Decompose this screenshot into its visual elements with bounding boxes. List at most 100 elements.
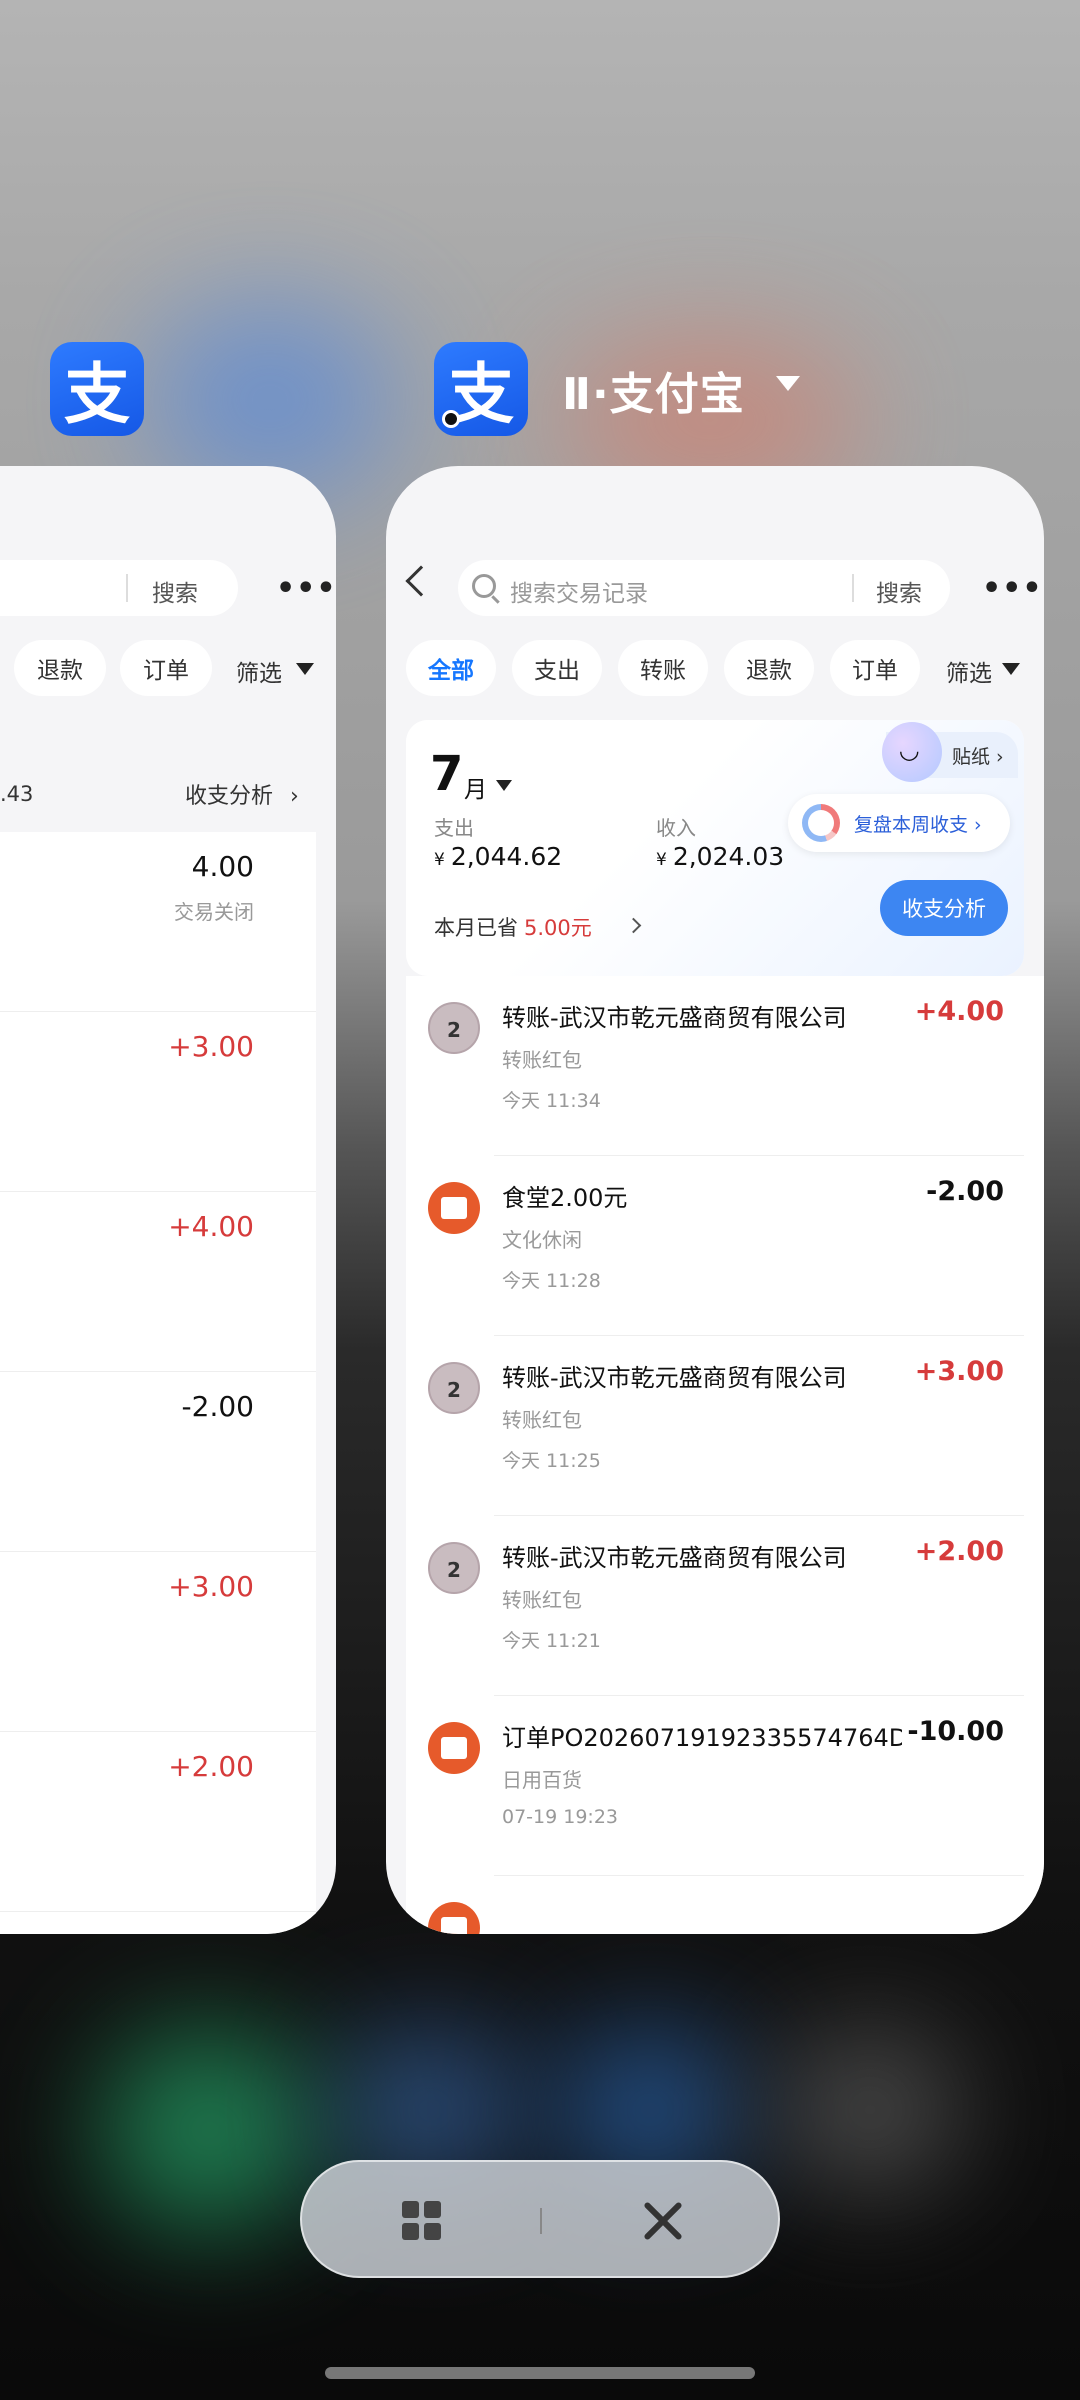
analysis-button[interactable]: 收支分析 bbox=[880, 880, 1008, 936]
recent-app-card-right[interactable]: 搜索交易记录 搜索 ••• 全部 支出 转账 退款 订单 筛选 7 月 支出 ¥… bbox=[386, 466, 1044, 1934]
amount: +3.00 bbox=[168, 1570, 254, 1603]
filter-dropdown[interactable]: 筛选 bbox=[236, 654, 282, 688]
transaction-time: 今天 11:34 bbox=[502, 1090, 601, 1112]
smiley-sticker-icon[interactable]: ◡ bbox=[882, 722, 942, 782]
transaction-category: 文化休闲 bbox=[502, 1228, 582, 1252]
filter-refund[interactable]: 退款 bbox=[14, 640, 106, 696]
list-item[interactable]: +3.00 bbox=[0, 1012, 316, 1192]
transaction-time: 今天 11:21 bbox=[502, 1630, 601, 1652]
filter-refund[interactable]: 退款 bbox=[724, 640, 814, 696]
avatar-number: 2 bbox=[447, 1378, 461, 1402]
sticker-label-text: 贴纸 bbox=[952, 746, 991, 768]
transaction-list: 4.00 交易关闭 +3.00 +4.00 -2.00 +3.00 +2.00 bbox=[0, 832, 316, 1934]
caret-down-icon[interactable] bbox=[496, 780, 512, 791]
list-item[interactable]: 2 转账-武汉市乾元盛商贸有限公司 转账红包 今天 11:21 +2.00 bbox=[406, 1516, 1024, 1696]
app-window-title[interactable]: Ⅱ·支付宝 bbox=[562, 358, 745, 422]
month-number[interactable]: 7 bbox=[430, 746, 463, 802]
weekly-review-chip[interactable]: 复盘本周收支 › bbox=[788, 794, 1010, 852]
list-item[interactable]: +2.00 bbox=[0, 1732, 316, 1912]
list-item[interactable]: 2 转账-武汉市乾元盛商贸有限公司 转账红包 今天 11:25 +3.00 bbox=[406, 1336, 1024, 1516]
caret-down-icon bbox=[296, 663, 314, 675]
summary-value: .43 bbox=[0, 782, 34, 806]
search-button[interactable]: 搜索 bbox=[152, 574, 198, 608]
search-input[interactable]: 搜索交易记录 bbox=[510, 574, 648, 608]
divider bbox=[540, 2208, 542, 2234]
close-icon[interactable] bbox=[640, 2198, 686, 2244]
filter-order[interactable]: 订单 bbox=[830, 640, 920, 696]
alipay-clone-app-icon[interactable]: 支 bbox=[434, 342, 528, 436]
transaction-category: 转账红包 bbox=[502, 1048, 582, 1072]
saved-amount: 5.00元 bbox=[524, 916, 592, 940]
amount: +2.00 bbox=[168, 1750, 254, 1783]
analysis-link-label: 收支分析 bbox=[185, 784, 274, 809]
transaction-list: 2 转账-武汉市乾元盛商贸有限公司 转账红包 今天 11:34 +4.00 食堂… bbox=[406, 976, 1044, 1934]
transaction-category: 转账红包 bbox=[502, 1408, 582, 1432]
bg-blob bbox=[100, 2030, 320, 2230]
transaction-title: 食堂2.00元 bbox=[502, 1184, 628, 1212]
expense-value: ¥2,044.62 bbox=[434, 842, 562, 871]
more-icon[interactable]: ••• bbox=[982, 574, 1043, 604]
list-item[interactable]: +4.00 bbox=[0, 1192, 316, 1372]
transaction-amount: -10.00 bbox=[907, 1716, 1004, 1747]
search-icon bbox=[472, 574, 496, 598]
caret-down-icon[interactable] bbox=[776, 376, 800, 391]
sticker-label[interactable]: 贴纸 › bbox=[952, 742, 1004, 769]
expense-label: 支出 bbox=[434, 816, 474, 840]
transaction-amount: +3.00 bbox=[914, 1356, 1004, 1387]
transaction-title: 转账-武汉市乾元盛商贸有限公司 bbox=[502, 1544, 847, 1572]
saved-this-month[interactable]: 本月已省 5.00元 bbox=[434, 912, 592, 942]
caret-down-icon bbox=[1002, 663, 1020, 675]
avatar-number: 2 bbox=[447, 1558, 461, 1582]
transaction-time: 07-19 19:23 bbox=[502, 1806, 619, 1828]
income-amount: 2,024.03 bbox=[672, 842, 785, 871]
list-item[interactable]: +3.00 bbox=[0, 1552, 316, 1732]
transaction-category: 日用百货 bbox=[502, 1768, 582, 1792]
rabbit-avatar-icon: 2 bbox=[428, 1002, 480, 1054]
rabbit-avatar-icon: 2 bbox=[428, 1362, 480, 1414]
search-bar[interactable]: 搜索交易记录 搜索 bbox=[458, 560, 950, 616]
recent-app-card-left[interactable]: 搜索 ••• 退款 订单 筛选 .43 收支分析 › 4.00 交易关闭 +3.… bbox=[0, 466, 336, 1934]
amount: +3.00 bbox=[168, 1030, 254, 1063]
amount: 4.00 bbox=[191, 850, 254, 883]
income-value: ¥2,024.03 bbox=[656, 842, 784, 871]
list-item[interactable]: -2.00 bbox=[0, 1372, 316, 1552]
filter-order[interactable]: 订单 bbox=[120, 640, 212, 696]
list-item[interactable]: 食堂2.00元 文化休闲 今天 11:28 -2.00 bbox=[406, 1156, 1024, 1336]
transaction-title: 转账-武汉市乾元盛商贸有限公司 bbox=[502, 1364, 847, 1392]
filter-dropdown[interactable]: 筛选 bbox=[946, 654, 992, 688]
currency-symbol: ¥ bbox=[656, 850, 667, 870]
search-button[interactable]: 搜索 bbox=[876, 574, 922, 608]
transaction-amount: +4.00 bbox=[914, 996, 1004, 1027]
avatar-number: 2 bbox=[447, 1018, 461, 1042]
amount: -2.00 bbox=[181, 1390, 254, 1423]
transaction-category: 转账红包 bbox=[502, 1588, 582, 1612]
amount: +4.00 bbox=[168, 1210, 254, 1243]
filter-expense[interactable]: 支出 bbox=[512, 640, 602, 696]
weekly-review-label: 复盘本周收支 › bbox=[854, 814, 982, 836]
analysis-link[interactable]: 收支分析 › bbox=[185, 778, 299, 810]
list-item[interactable]: 2 转账-武汉市乾元盛商贸有限公司 转账红包 今天 11:34 +4.00 bbox=[406, 976, 1024, 1156]
expense-amount: 2,044.62 bbox=[450, 842, 563, 871]
filter-transfer[interactable]: 转账 bbox=[618, 640, 708, 696]
transaction-title: 转账-武汉市乾元盛商贸有限公司 bbox=[502, 1004, 847, 1032]
home-indicator[interactable] bbox=[325, 2367, 755, 2379]
transaction-title: 订单PO2026071919233557476​4DB8... bbox=[502, 1724, 902, 1752]
currency-symbol: ¥ bbox=[434, 850, 445, 870]
alipay-app-icon[interactable]: 支 bbox=[50, 342, 144, 436]
more-icon[interactable]: ••• bbox=[276, 574, 336, 604]
list-item[interactable]: 4.00 交易关闭 bbox=[0, 832, 316, 1012]
shop-icon bbox=[428, 1902, 480, 1934]
list-item[interactable]: 订单PO2026071919233557476​4DB8... 日用百货 07-… bbox=[406, 1696, 1024, 1876]
filter-all[interactable]: 全部 bbox=[406, 640, 496, 696]
list-item[interactable] bbox=[406, 1876, 1024, 1934]
divider bbox=[126, 574, 128, 602]
alipay-glyph: 支 bbox=[64, 356, 130, 433]
back-icon[interactable] bbox=[405, 565, 437, 597]
rabbit-avatar-icon: 2 bbox=[428, 1542, 480, 1594]
month-unit[interactable]: 月 bbox=[464, 770, 487, 804]
shop-icon bbox=[428, 1182, 480, 1234]
donut-chart-icon bbox=[802, 804, 840, 842]
bg-blob bbox=[780, 2030, 960, 2190]
search-bar[interactable]: 搜索 bbox=[0, 560, 238, 616]
grid-icon[interactable] bbox=[402, 2201, 442, 2241]
